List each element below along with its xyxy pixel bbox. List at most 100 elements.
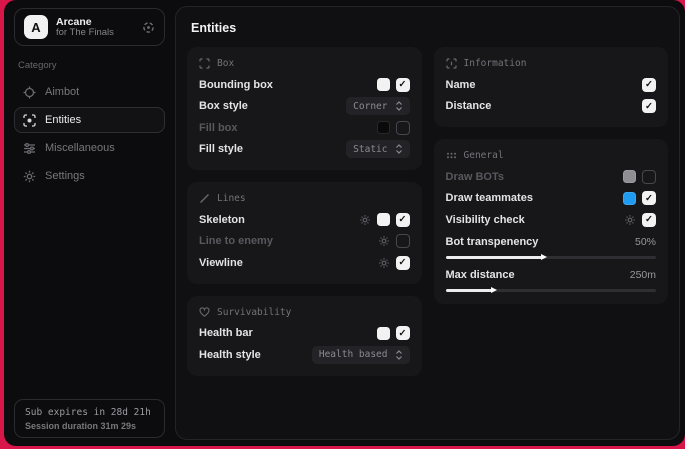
sidebar-item-aimbot[interactable]: Aimbot [14, 79, 165, 105]
sidebar-item-miscellaneous[interactable]: Miscellaneous [14, 135, 165, 161]
slider-thumb[interactable] [491, 287, 497, 293]
survivability-card: Survivability Health bar ✓ Health style [187, 296, 422, 376]
right-column: Information Name ✓ Distance ✓ [434, 47, 669, 304]
check-icon: ✓ [645, 194, 653, 204]
setting-label: Health style [199, 349, 261, 361]
category-label: Category [14, 46, 165, 79]
main-panel: Entities Box [175, 6, 680, 440]
app-name: Arcane [56, 16, 114, 28]
max-distance-setting: Max distance 250m [446, 266, 657, 292]
check-icon: ✓ [399, 215, 407, 225]
setting-label: Visibility check [446, 214, 525, 226]
slider-value: 50% [635, 236, 656, 248]
checkbox-checked[interactable]: ✓ [396, 326, 410, 340]
page-title: Entities [187, 19, 668, 47]
check-icon: ✓ [645, 215, 653, 225]
subscription-info-card: Sub expires in 28d 21h Session duration … [14, 399, 165, 438]
app-logo-card: A Arcane for The Finals [14, 8, 165, 46]
setting-row-viewline: Viewline ✓ [199, 252, 410, 274]
check-icon: ✓ [399, 329, 407, 339]
box-card: Box Bounding box ✓ Box style Co [187, 47, 422, 170]
color-swatch[interactable] [623, 170, 636, 183]
dropdown-value: Corner [353, 101, 387, 112]
bot-transparency-slider[interactable] [446, 256, 657, 259]
bot-transparency-setting: Bot transpenency 50% [446, 233, 657, 259]
max-distance-slider[interactable] [446, 289, 657, 292]
gear-icon[interactable] [378, 257, 390, 269]
checkbox-checked[interactable]: ✓ [642, 78, 656, 92]
chevrons-up-down-icon [395, 144, 403, 154]
session-duration-text: Session duration 31m 29s [25, 421, 154, 431]
slider-thumb[interactable] [541, 254, 547, 260]
setting-label: Viewline [199, 257, 243, 269]
checkbox-checked[interactable]: ✓ [642, 213, 656, 227]
app-window: A Arcane for The Finals Category [4, 0, 685, 446]
color-swatch[interactable] [377, 327, 390, 340]
box-brackets-icon [199, 58, 210, 69]
gear-icon[interactable] [378, 235, 390, 247]
setting-label: Bounding box [199, 79, 273, 91]
sidebar-item-label: Settings [45, 170, 85, 182]
setting-row-health-bar: Health bar ✓ [199, 323, 410, 345]
color-swatch[interactable] [377, 213, 390, 226]
checkbox-unchecked[interactable] [396, 234, 410, 248]
card-title-text: Survivability [217, 307, 291, 318]
setting-label: Fill box [199, 122, 238, 134]
setting-row-skeleton: Skeleton ✓ [199, 209, 410, 231]
left-column: Box Bounding box ✓ Box style Co [187, 47, 422, 376]
sidebar-item-settings[interactable]: Settings [14, 163, 165, 189]
fill-style-dropdown[interactable]: Static [346, 140, 409, 158]
check-icon: ✓ [645, 102, 653, 112]
checkbox-unchecked[interactable] [642, 170, 656, 184]
gear-icon[interactable] [359, 214, 371, 226]
check-icon: ✓ [399, 80, 407, 90]
gear-icon[interactable] [624, 214, 636, 226]
health-style-dropdown[interactable]: Health based [312, 346, 410, 364]
dropdown-value: Health based [319, 349, 388, 360]
checkbox-checked[interactable]: ✓ [396, 256, 410, 270]
sidebar-item-label: Entities [45, 114, 81, 126]
app-subtitle: for The Finals [56, 28, 114, 39]
sidebar-item-label: Aimbot [45, 86, 79, 98]
checkbox-checked[interactable]: ✓ [642, 99, 656, 113]
setting-label: Fill style [199, 143, 243, 155]
setting-label: Line to enemy [199, 235, 273, 247]
slider-value: 250m [630, 269, 656, 281]
sync-icon[interactable] [142, 21, 155, 34]
app-logo: A [24, 15, 48, 39]
sidebar-item-label: Miscellaneous [45, 142, 115, 154]
sidebar-item-entities[interactable]: Entities [14, 107, 165, 133]
box-style-dropdown[interactable]: Corner [346, 97, 409, 115]
check-icon: ✓ [645, 80, 653, 90]
card-title-text: Lines [217, 193, 246, 204]
sliders-icon [23, 142, 36, 155]
setting-row-health-style: Health style Health based [199, 344, 410, 366]
checkbox-checked[interactable]: ✓ [642, 191, 656, 205]
crosshair-icon [23, 86, 36, 99]
setting-row-bounding-box: Bounding box ✓ [199, 74, 410, 96]
setting-label: Skeleton [199, 214, 245, 226]
setting-row-visibility-check: Visibility check ✓ [446, 209, 657, 231]
chevrons-up-down-icon [395, 350, 403, 360]
general-card: General Draw BOTs Draw teammates [434, 139, 669, 304]
dropdown-value: Static [353, 144, 387, 155]
lines-card: Lines Skeleton ✓ [187, 182, 422, 284]
check-icon: ✓ [399, 258, 407, 268]
setting-label: Bot transpenency [446, 236, 539, 248]
setting-label: Name [446, 79, 476, 91]
setting-row-box-style: Box style Corner [199, 96, 410, 118]
checkbox-checked[interactable]: ✓ [396, 78, 410, 92]
card-title-text: Information [464, 58, 527, 69]
scan-eye-icon [23, 114, 36, 127]
gear-icon [23, 170, 36, 183]
checkbox-checked[interactable]: ✓ [396, 213, 410, 227]
heart-icon [199, 307, 210, 318]
color-swatch[interactable] [623, 192, 636, 205]
setting-row-line-to-enemy: Line to enemy [199, 231, 410, 253]
setting-row-draw-teammates: Draw teammates ✓ [446, 188, 657, 210]
setting-label: Distance [446, 100, 492, 112]
information-card: Information Name ✓ Distance ✓ [434, 47, 669, 127]
checkbox-unchecked[interactable] [396, 121, 410, 135]
color-swatch[interactable] [377, 121, 390, 134]
color-swatch[interactable] [377, 78, 390, 91]
